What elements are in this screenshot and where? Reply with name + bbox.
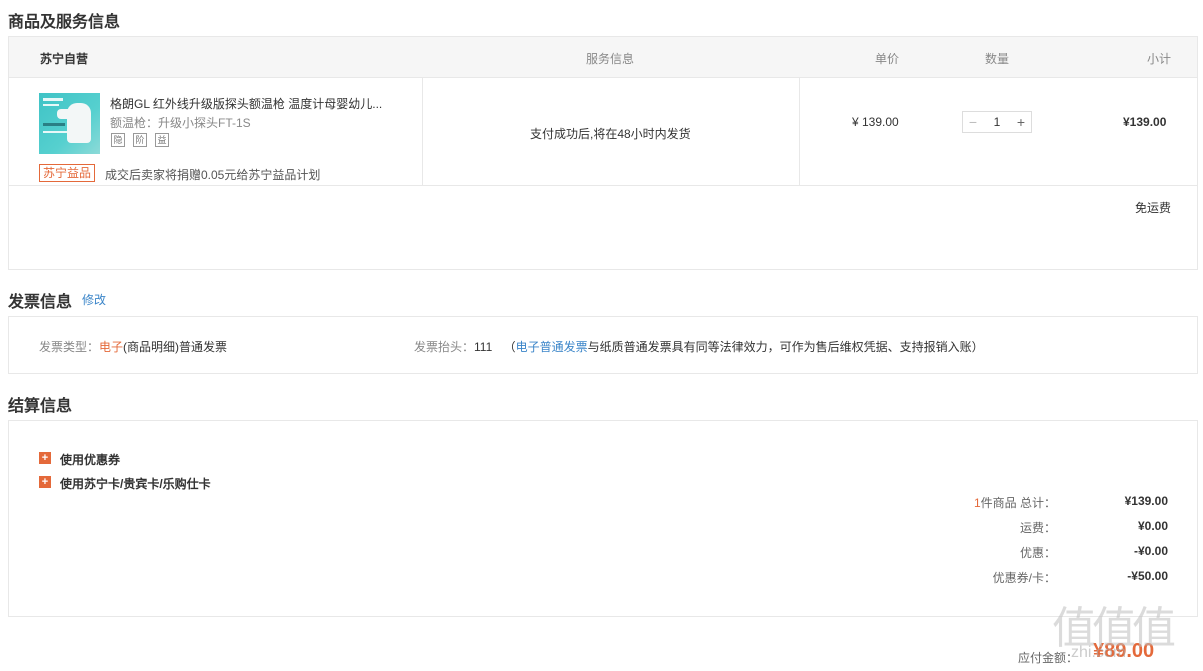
e-invoice-link[interactable]: 电子普通发票 (516, 340, 588, 354)
summary-total-label: 1件商品 总计： (936, 494, 1056, 511)
goods-section-title: 商品及服务信息 (8, 14, 121, 31)
row-divider (9, 185, 1197, 186)
invoice-header-value: 111 (474, 340, 493, 354)
use-coupon-toggle[interactable]: 使用优惠券 (60, 451, 120, 468)
use-card-toggle[interactable]: 使用苏宁卡/贵宾卡/乐购仕卡 (60, 475, 211, 492)
summary-item-count: 1 (973, 496, 981, 510)
header-service: 服务信息 (586, 52, 635, 66)
invoice-note-close: ） (971, 340, 984, 354)
settle-section-title: 结算信息 (8, 398, 73, 415)
header-quantity: 数量 (985, 52, 1010, 66)
invoice-type-highlight: 电子 (99, 340, 124, 354)
product-spec: 额温枪：升级小探头FT-1S (110, 116, 251, 130)
store-name[interactable]: 苏宁自营 (40, 50, 88, 67)
column-divider (799, 78, 800, 185)
goods-table-header: 苏宁自营 服务信息 单价 数量 小计 (9, 37, 1197, 78)
header-subtotal: 小计 (1147, 52, 1172, 66)
invoice-note-text: 与纸质普通发票具有同等法律效力，可作为售后维权凭据、支持报销入账 (587, 340, 972, 354)
service-icon-tiered[interactable]: 阶 (133, 133, 147, 147)
invoice-header-label: 发票抬头： (414, 340, 475, 354)
invoice-box: 发票类型：电子(商品明细)普通发票 发票抬头：111 （电子普通发票与纸质普通发… (8, 316, 1198, 374)
invoice-section-title: 发票信息 (8, 294, 73, 311)
summary-discount-label: 优惠： (1019, 546, 1056, 560)
item-subtotal: ¥139.00 (1123, 115, 1167, 129)
summary-coupon-label: 优惠券/卡： (992, 571, 1056, 585)
goods-table: 苏宁自营 服务信息 单价 数量 小计 格朗GL 红外线升级版探头额温枪 温度计母… (8, 36, 1198, 270)
service-icon-charity[interactable]: 益 (155, 133, 169, 147)
invoice-note-open: （ (503, 340, 516, 354)
summary-total-value: ¥139.00 (1124, 494, 1168, 508)
quantity-decrease-button[interactable]: − (963, 112, 983, 132)
unit-price: ¥ 139.00 (852, 115, 899, 129)
invoice-type-label: 发票类型： (39, 340, 100, 354)
quantity-value[interactable]: 1 (983, 112, 1011, 132)
expand-card-icon[interactable]: + (39, 476, 51, 488)
summary-discount-value: -¥0.00 (1133, 544, 1168, 558)
service-info: 支付成功后,将在48小时内发货 (530, 127, 691, 141)
summary-freight-label: 运费： (1019, 521, 1056, 535)
quantity-stepper[interactable]: − 1 + (962, 111, 1032, 133)
expand-coupon-icon[interactable]: + (39, 452, 51, 464)
column-divider (422, 78, 423, 185)
summary-total-text: 件商品 总计： (980, 496, 1056, 510)
invoice-type: 发票类型：电子(商品明细)普通发票 (39, 338, 227, 355)
invoice-edit-link[interactable]: 修改 (82, 291, 106, 308)
summary-freight-value: ¥0.00 (1137, 519, 1168, 533)
shipping-note: 免运费 (1135, 201, 1172, 215)
settle-box: + 使用优惠券 + 使用苏宁卡/贵宾卡/乐购仕卡 1件商品 总计： ¥139.0… (8, 420, 1198, 617)
product-thumbnail[interactable] (39, 93, 100, 154)
invoice-type-value: (商品明细)普通发票 (123, 340, 228, 354)
summary-coupon-value: -¥50.00 (1127, 569, 1168, 583)
product-name-link[interactable]: 格朗GL 红外线升级版探头额温枪 温度计母婴幼儿... (110, 95, 410, 112)
invoice-header: 发票抬头：111 （电子普通发票与纸质普通发票具有同等法律效力，可作为售后维权凭… (414, 338, 984, 355)
watermark-url: zhi.com (1071, 644, 1127, 661)
charity-text: 成交后卖家将捐赠0.05元给苏宁益品计划 (105, 168, 321, 182)
quantity-increase-button[interactable]: + (1011, 112, 1031, 132)
charity-tag: 苏宁益品 (39, 164, 96, 182)
header-price: 单价 (875, 52, 900, 66)
service-icon-privacy[interactable]: 隐 (111, 133, 125, 147)
